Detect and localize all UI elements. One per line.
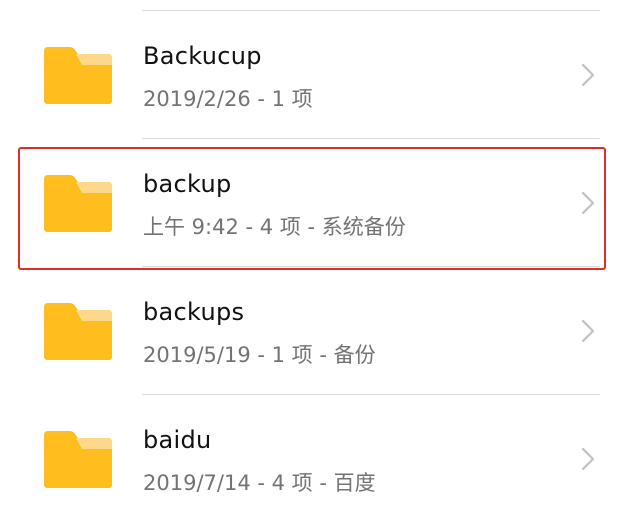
folder-row-baidu[interactable]: baidu 2019/7/14 - 4 项 - 百度 — [0, 395, 640, 523]
folder-row-backups[interactable]: backups 2019/5/19 - 1 项 - 备份 — [0, 267, 640, 395]
chevron-right-icon — [576, 189, 600, 217]
folder-list: Backucup 2019/2/26 - 1 项 backup 上午 9:42 … — [0, 11, 640, 523]
chevron-right-icon — [576, 317, 600, 345]
folder-icon — [42, 173, 114, 233]
chevron-right-icon — [576, 445, 600, 473]
folder-meta: 2019/2/26 - 1 项 — [143, 87, 313, 111]
folder-meta: 2019/7/14 - 4 项 - 百度 — [143, 471, 376, 495]
folder-icon — [42, 429, 114, 489]
folder-name: baidu — [143, 426, 212, 454]
folder-row-backup[interactable]: backup 上午 9:42 - 4 项 - 系统备份 — [0, 139, 640, 267]
folder-name: Backucup — [143, 42, 262, 70]
folder-row-backucup[interactable]: Backucup 2019/2/26 - 1 项 — [0, 11, 640, 139]
folder-name: backups — [143, 298, 245, 326]
folder-icon — [42, 301, 114, 361]
chevron-right-icon — [576, 61, 600, 89]
folder-meta: 2019/5/19 - 1 项 - 备份 — [143, 343, 376, 367]
folder-name: backup — [143, 170, 232, 198]
folder-icon — [42, 45, 114, 105]
folder-meta: 上午 9:42 - 4 项 - 系统备份 — [143, 215, 406, 239]
